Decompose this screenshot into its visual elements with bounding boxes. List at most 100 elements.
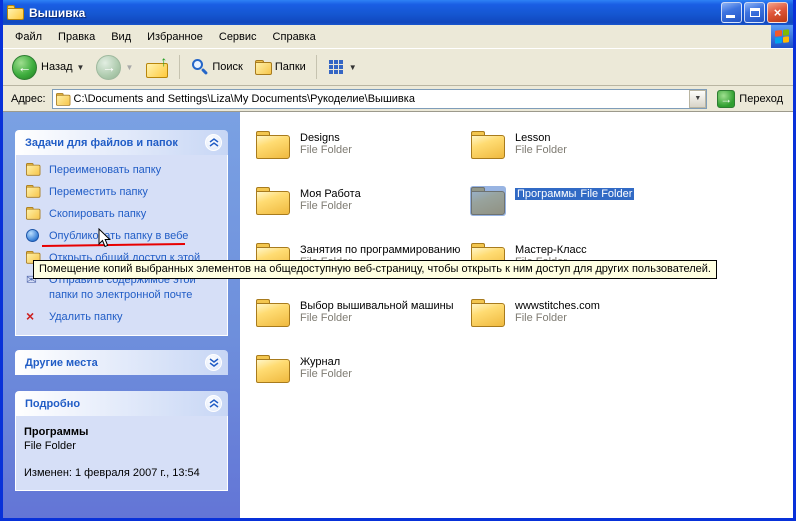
mouse-cursor <box>98 228 111 248</box>
task-link[interactable]: Скопировать папку <box>26 207 221 222</box>
folder-label-block: Выбор вышивальной машиныFile Folder <box>300 298 454 324</box>
other-places-header[interactable]: Другие места <box>15 350 228 375</box>
window-controls: × <box>721 2 788 23</box>
task-link[interactable]: × Удалить папку <box>26 310 221 325</box>
details-header[interactable]: Подробно <box>15 391 228 416</box>
folder-item[interactable]: ЖурналFile Folder <box>255 354 465 410</box>
folder-type: File Folder <box>300 144 352 156</box>
folders-icon <box>255 60 271 74</box>
chevron-up-icon <box>209 138 219 147</box>
task-link[interactable]: Переименовать папку <box>26 163 221 178</box>
folder-item[interactable]: DesignsFile Folder <box>255 130 465 186</box>
menu-bar: ФайлПравкаВидИзбранноеСервисСправка <box>3 25 771 48</box>
file-tasks-header[interactable]: Задачи для файлов и папок <box>15 130 228 155</box>
file-tasks-list: Переименовать папку Переместить папку Скоп… <box>15 155 228 336</box>
toolbar-separator <box>316 55 317 79</box>
folders-button[interactable]: Папки <box>250 57 311 77</box>
views-dropdown-icon[interactable]: ▼ <box>349 63 357 72</box>
folder-icon <box>470 186 506 216</box>
forward-button[interactable]: → ▼ <box>91 52 138 83</box>
close-button[interactable]: × <box>767 2 788 23</box>
folder-name: Моя Работа <box>300 188 361 200</box>
folder-icon <box>255 298 291 328</box>
task-link[interactable]: Опубликовать папку в вебе <box>26 229 221 244</box>
folder-item[interactable]: ПрограммыFile Folder <box>470 186 680 242</box>
details-title: Подробно <box>25 398 80 410</box>
windows-flag-icon <box>775 29 789 43</box>
back-dropdown-icon[interactable]: ▼ <box>77 63 85 72</box>
folder-label-block: ЖурналFile Folder <box>300 354 352 380</box>
task-pane: Задачи для файлов и папок Переименовать … <box>3 112 240 518</box>
details-body: Программы File Folder Изменен: 1 февраля… <box>15 416 228 491</box>
folder-item[interactable]: wwwstitches.comFile Folder <box>470 298 680 354</box>
address-dropdown-button[interactable]: ▼ <box>689 90 706 108</box>
task-link[interactable]: Переместить папку <box>26 185 221 200</box>
folder-glyph <box>26 185 40 197</box>
menu-item-4[interactable]: Избранное <box>139 27 211 47</box>
folder-name: Designs <box>300 132 352 144</box>
folder-name: Программы <box>515 188 578 200</box>
up-button[interactable]: ↑ <box>140 53 174 82</box>
views-icon <box>327 58 345 76</box>
minimize-icon <box>726 15 735 18</box>
task-link-label: Опубликовать папку в вебе <box>49 229 188 244</box>
delete-icon: × <box>26 310 43 324</box>
forward-dropdown-icon: ▼ <box>125 63 133 72</box>
folder-label-block: DesignsFile Folder <box>300 130 352 156</box>
folder-item[interactable]: Выбор вышивальной машиныFile Folder <box>255 298 465 354</box>
file-tasks-title: Задачи для файлов и папок <box>25 137 178 149</box>
folder-icon <box>470 130 506 160</box>
maximize-button[interactable] <box>744 2 765 23</box>
folder-item[interactable]: Моя РаботаFile Folder <box>255 186 465 242</box>
details-folder-name: Программы <box>24 426 219 438</box>
go-icon: → <box>717 90 735 108</box>
back-label: Назад <box>41 61 73 73</box>
maximize-icon <box>750 8 760 17</box>
views-button[interactable]: ▼ <box>322 55 362 79</box>
folder-name: Мастер-Класс <box>515 244 587 256</box>
address-input[interactable]: C:\Documents and Settings\Liza\My Docume… <box>52 89 708 109</box>
address-path: C:\Documents and Settings\Liza\My Docume… <box>74 93 686 105</box>
menu-item-2[interactable]: Правка <box>50 27 103 47</box>
back-button[interactable]: ← Назад ▼ <box>7 52 89 83</box>
folder-icon <box>255 130 291 160</box>
back-icon: ← <box>12 55 37 80</box>
folder-label-block: ПрограммыFile Folder <box>515 186 634 200</box>
folder-type: File Folder <box>300 368 352 380</box>
menu-item-6[interactable]: Справка <box>265 27 324 47</box>
minimize-button[interactable] <box>721 2 742 23</box>
folder-name: Выбор вышивальной машины <box>300 300 454 312</box>
search-label: Поиск <box>212 61 242 73</box>
folder-type: File Folder <box>515 312 600 324</box>
folder-view: DesignsFile FolderLessonFile FolderМоя Р… <box>240 112 793 518</box>
window-folder-icon <box>7 5 24 20</box>
go-button[interactable]: → Переход <box>713 88 787 110</box>
folder-icon <box>470 298 506 328</box>
chevron-down-icon <box>209 358 219 367</box>
expand-button[interactable] <box>205 354 222 371</box>
folder-glyph <box>26 207 40 219</box>
menu-item-5[interactable]: Сервис <box>211 27 265 47</box>
tooltip: Помещение копий выбранных элементов на о… <box>33 260 717 279</box>
folder-label-block: Моя РаботаFile Folder <box>300 186 361 212</box>
menu-bar-row: ФайлПравкаВидИзбранноеСервисСправка <box>3 25 793 49</box>
other-places-title: Другие места <box>25 357 98 369</box>
move-folder-icon <box>26 185 43 199</box>
menu-item-1[interactable]: Файл <box>7 27 50 47</box>
folder-name: wwwstitches.com <box>515 300 600 312</box>
collapse-button[interactable] <box>205 395 222 412</box>
address-bar: Адрес: C:\Documents and Settings\Liza\My… <box>3 86 793 112</box>
panel-file-tasks: Задачи для файлов и папок Переименовать … <box>15 130 228 336</box>
rename-folder-icon <box>26 163 43 177</box>
folder-item[interactable]: LessonFile Folder <box>470 130 680 186</box>
collapse-button[interactable] <box>205 134 222 151</box>
forward-icon: → <box>96 55 121 80</box>
task-link-label: Удалить папку <box>49 310 123 325</box>
search-button[interactable]: Поиск <box>185 55 247 79</box>
folder-label-block: wwwstitches.comFile Folder <box>515 298 600 324</box>
details-modified: Изменен: 1 февраля 2007 г., 13:54 <box>24 466 219 480</box>
task-link-label: Переименовать папку <box>49 163 161 178</box>
menu-item-3[interactable]: Вид <box>103 27 139 47</box>
publish-web-icon <box>26 229 43 243</box>
folder-icon <box>255 354 291 384</box>
